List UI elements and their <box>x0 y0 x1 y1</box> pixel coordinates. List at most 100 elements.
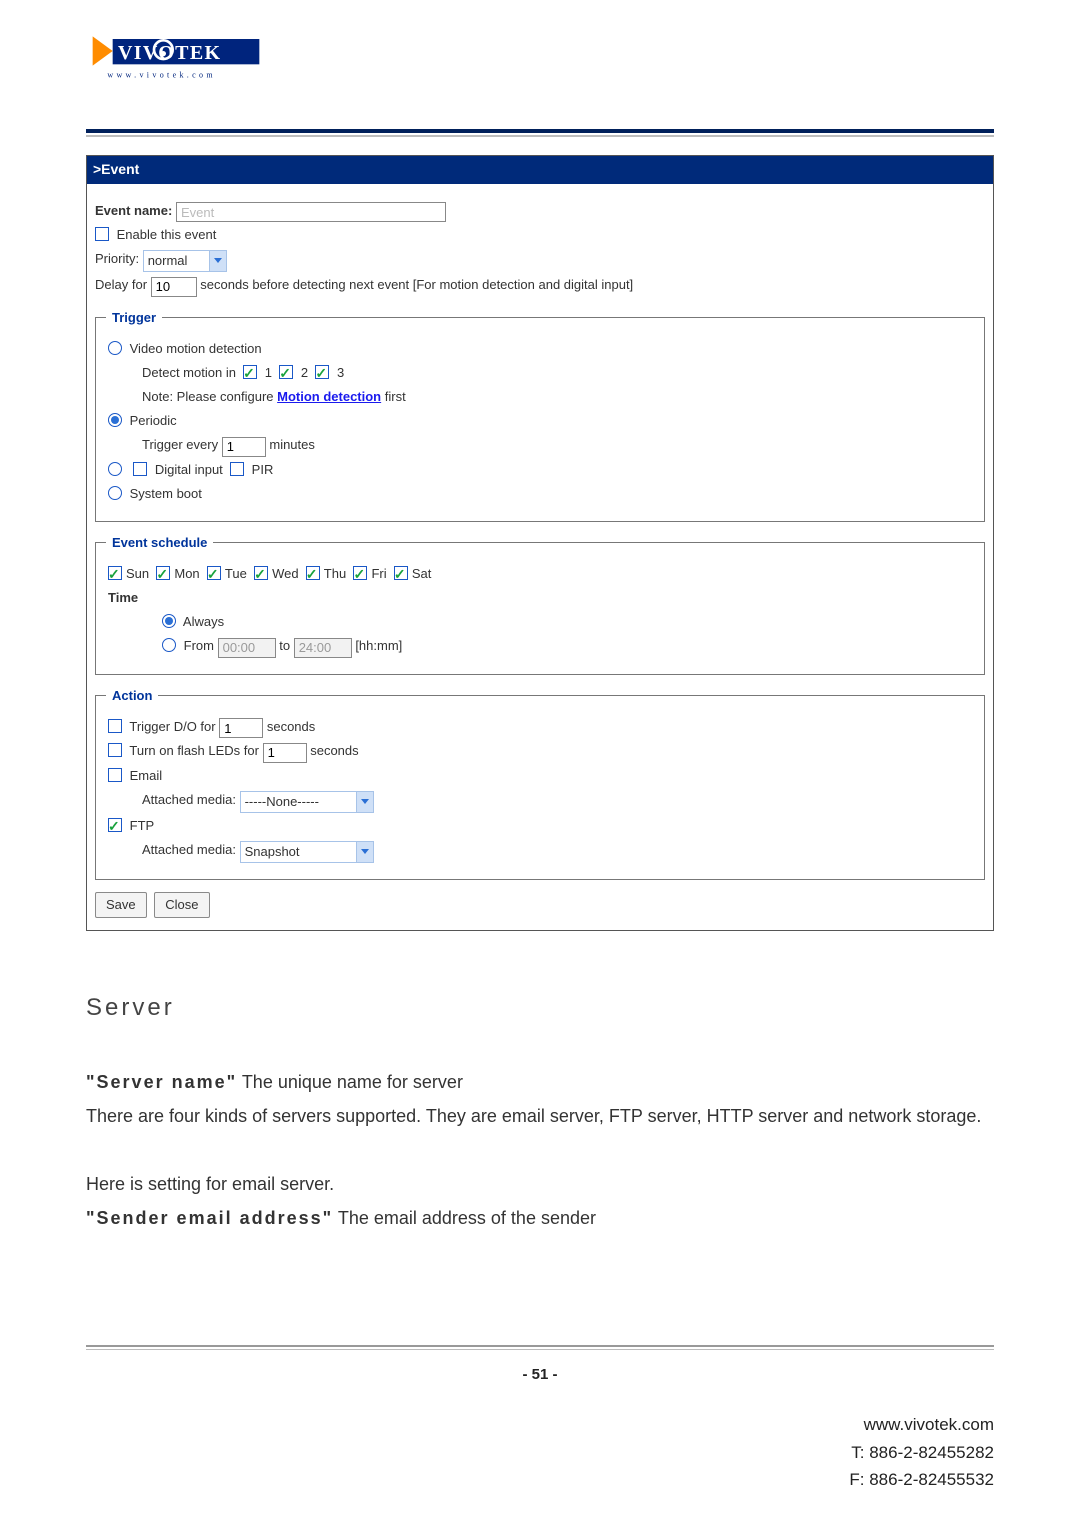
event-config-screenshot: >Event Event name: Enable this event Pri… <box>86 155 994 931</box>
digital-radio[interactable] <box>108 462 122 476</box>
close-button[interactable]: Close <box>154 892 209 918</box>
day-sun-label: Sun <box>126 566 149 581</box>
note-post: first <box>381 389 406 404</box>
day-sat-label: Sat <box>412 566 432 581</box>
to-time-input[interactable] <box>294 638 352 658</box>
priority-label: Priority: <box>95 251 139 266</box>
motion3-label: 3 <box>337 365 344 380</box>
email-attached-label: Attached media: <box>142 792 236 807</box>
system-boot-radio[interactable] <box>108 486 122 500</box>
header-rule-thick <box>86 129 994 133</box>
delay-input[interactable] <box>151 277 197 297</box>
day-mon-label: Mon <box>174 566 199 581</box>
trigger-title: Trigger <box>106 307 162 329</box>
trigger-every-input[interactable] <box>222 437 266 457</box>
vivotek-logo: VIVOTEK www.vivotek.com <box>86 30 994 101</box>
document-body: Server "Server name" The unique name for… <box>86 985 994 1235</box>
action-title: Action <box>106 685 158 707</box>
save-button[interactable]: Save <box>95 892 147 918</box>
email-media-value: -----None----- <box>245 794 319 809</box>
server-name-desc: The unique name for server <box>237 1072 463 1092</box>
from-label: From <box>184 638 214 653</box>
time-label: Time <box>108 587 972 609</box>
motion1-label: 1 <box>265 365 272 380</box>
priority-select[interactable]: normal <box>143 250 227 272</box>
day-wed-checkbox[interactable] <box>254 566 268 580</box>
do-seconds-input[interactable] <box>219 718 263 738</box>
section-heading: Server <box>86 985 994 1031</box>
led-pre-label: Turn on flash LEDs for <box>129 743 259 758</box>
always-label: Always <box>183 614 224 629</box>
event-name-input[interactable] <box>176 202 446 222</box>
page-footer: - 51 - www.vivotek.com T: 886-2-82455282… <box>86 1345 994 1493</box>
footer-fax: F: 886-2-82455532 <box>86 1466 994 1493</box>
digital-input-checkbox[interactable] <box>133 462 147 476</box>
motion3-checkbox[interactable] <box>315 365 329 379</box>
trigger-do-checkbox[interactable] <box>108 719 122 733</box>
do-pre-label: Trigger D/O for <box>129 719 215 734</box>
delay-post: seconds before detecting next event [For… <box>200 277 633 292</box>
motion1-checkbox[interactable] <box>243 365 257 379</box>
sender-email-desc: The email address of the sender <box>333 1208 596 1228</box>
email-label: Email <box>130 768 163 783</box>
servers-paragraph: There are four kinds of servers supporte… <box>86 1099 994 1133</box>
note-pre: Note: Please configure <box>142 389 277 404</box>
enable-checkbox[interactable] <box>95 227 109 241</box>
delay-pre: Delay for <box>95 277 147 292</box>
day-fri-checkbox[interactable] <box>353 566 367 580</box>
led-post-label: seconds <box>310 743 358 758</box>
priority-value: normal <box>148 253 188 268</box>
page-number: - 51 - <box>86 1366 994 1383</box>
hhmm-hint: [hh:mm] <box>355 638 402 653</box>
day-tue-label: Tue <box>225 566 247 581</box>
trigger-group: Trigger Video motion detection Detect mo… <box>95 317 985 522</box>
panel-title: >Event <box>87 156 993 184</box>
email-intro: Here is setting for email server. <box>86 1167 994 1201</box>
pir-label: PIR <box>252 462 274 477</box>
trigger-every-pre: Trigger every <box>142 437 218 452</box>
ftp-media-select[interactable]: Snapshot <box>240 841 374 863</box>
day-sun-checkbox[interactable] <box>108 566 122 580</box>
always-radio[interactable] <box>162 614 176 628</box>
day-thu-label: Thu <box>324 566 346 581</box>
led-seconds-input[interactable] <box>263 743 307 763</box>
motion2-checkbox[interactable] <box>279 365 293 379</box>
chevron-down-icon <box>356 792 373 812</box>
footer-tel: T: 886-2-82455282 <box>86 1439 994 1466</box>
trigger-every-post: minutes <box>269 437 315 452</box>
ftp-attached-label: Attached media: <box>142 842 236 857</box>
to-label: to <box>279 638 290 653</box>
motion-detection-link[interactable]: Motion detection <box>277 389 381 404</box>
video-motion-label: Video motion detection <box>130 341 262 356</box>
schedule-title: Event schedule <box>106 532 213 554</box>
email-checkbox[interactable] <box>108 768 122 782</box>
digital-input-label: Digital input <box>155 462 223 477</box>
do-post-label: seconds <box>267 719 315 734</box>
header-rule-thin <box>86 135 994 137</box>
enable-label: Enable this event <box>117 227 217 242</box>
system-boot-label: System boot <box>130 486 202 501</box>
svg-text:VIVOTEK: VIVOTEK <box>118 42 221 64</box>
ftp-checkbox[interactable] <box>108 818 122 832</box>
chevron-down-icon <box>209 251 226 271</box>
periodic-label: Periodic <box>130 413 177 428</box>
svg-text:www.vivotek.com: www.vivotek.com <box>107 71 216 80</box>
day-sat-checkbox[interactable] <box>394 566 408 580</box>
ftp-media-value: Snapshot <box>245 844 300 859</box>
server-name-term: "Server name" <box>86 1072 237 1092</box>
email-media-select[interactable]: -----None----- <box>240 791 374 813</box>
day-thu-checkbox[interactable] <box>306 566 320 580</box>
day-tue-checkbox[interactable] <box>207 566 221 580</box>
detect-in-label: Detect motion in <box>142 365 236 380</box>
from-time-input[interactable] <box>218 638 276 658</box>
day-mon-checkbox[interactable] <box>156 566 170 580</box>
from-radio[interactable] <box>162 638 176 652</box>
event-name-label: Event name: <box>95 203 172 218</box>
action-group: Action Trigger D/O for seconds Turn on f… <box>95 695 985 880</box>
footer-url: www.vivotek.com <box>86 1411 994 1438</box>
ftp-label: FTP <box>130 818 155 833</box>
flash-led-checkbox[interactable] <box>108 743 122 757</box>
video-motion-radio[interactable] <box>108 341 122 355</box>
periodic-radio[interactable] <box>108 413 122 427</box>
pir-checkbox[interactable] <box>230 462 244 476</box>
